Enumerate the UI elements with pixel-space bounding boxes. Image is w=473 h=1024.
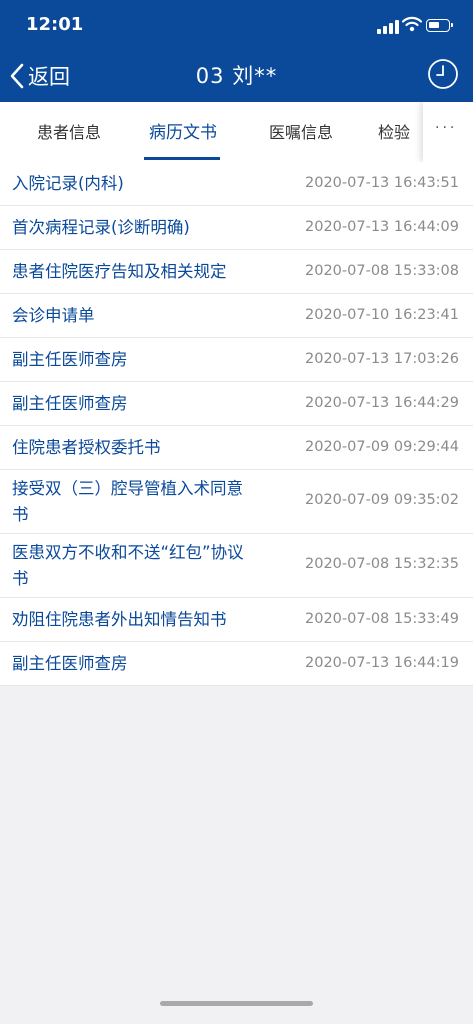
document-title: 副主任医师查房 — [12, 394, 128, 413]
document-date: 2020-07-09 09:35:02 — [305, 492, 459, 508]
document-row[interactable]: 副主任医师查房 2020-07-13 17:03:26 — [0, 338, 473, 382]
document-title: 会诊申请单 — [12, 306, 95, 325]
status-bar: 12:01 — [0, 0, 473, 50]
document-date: 2020-07-09 09:29:44 — [305, 439, 459, 455]
wifi-icon — [402, 16, 422, 32]
document-row[interactable]: 医患双方不收和不送“红包”协议书 2020-07-08 15:32:35 — [0, 534, 473, 598]
document-row[interactable]: 会诊申请单 2020-07-10 16:23:41 — [0, 294, 473, 338]
document-title-line: 接受双（三）腔导管植入术同意 — [12, 479, 243, 498]
document-date: 2020-07-10 16:23:41 — [305, 307, 459, 323]
active-tab-indicator — [144, 157, 220, 160]
document-date: 2020-07-08 15:32:35 — [305, 556, 459, 572]
document-row[interactable]: 副主任医师查房 2020-07-13 16:44:29 — [0, 382, 473, 426]
document-title: 首次病程记录(诊断明确) — [12, 218, 190, 237]
navigation-bar: 返回 03 刘** — [0, 50, 473, 102]
page-title: 03 刘** — [195, 64, 278, 88]
document-row[interactable]: 接受双（三）腔导管植入术同意书 2020-07-09 09:35:02 — [0, 470, 473, 534]
document-row[interactable]: 患者住院医疗告知及相关规定 2020-07-08 15:33:08 — [0, 250, 473, 294]
document-row[interactable]: 副主任医师查房 2020-07-13 16:44:19 — [0, 642, 473, 686]
signal-icon — [377, 20, 399, 34]
document-row[interactable]: 首次病程记录(诊断明确) 2020-07-13 16:44:09 — [0, 206, 473, 250]
document-title: 患者住院医疗告知及相关规定 — [12, 262, 227, 281]
document-title: 副主任医师查房 — [12, 350, 128, 369]
document-list: 入院记录(内科) 2020-07-13 16:43:51 首次病程记录(诊断明确) 2… — [0, 162, 473, 686]
top-bar: 12:01 返回 03 刘** — [0, 0, 473, 102]
document-date: 2020-07-08 15:33:49 — [305, 611, 459, 627]
document-date: 2020-07-13 16:43:51 — [305, 175, 459, 191]
home-indicator[interactable] — [160, 1001, 313, 1006]
document-row[interactable]: 劝阻住院患者外出知情告知书 2020-07-08 15:33:49 — [0, 598, 473, 642]
tab-orders[interactable]: 医嘱信息 — [258, 102, 344, 162]
document-title: 副主任医师查房 — [12, 654, 128, 673]
document-title: 住院患者授权委托书 — [12, 438, 161, 457]
document-date: 2020-07-08 15:33:08 — [305, 263, 459, 279]
document-title: 医患双方不收和不送“红包”协议书 — [12, 540, 244, 592]
document-title-line: 医患双方不收和不送“红包”协议 — [12, 543, 244, 562]
tab-bar: 患者信息 病历文书 医嘱信息 检验 ··· — [0, 102, 473, 163]
document-row[interactable]: 入院记录(内科) 2020-07-13 16:43:51 — [0, 162, 473, 206]
tab-patient-info[interactable]: 患者信息 — [26, 102, 112, 162]
document-title-line: 书 — [12, 505, 29, 524]
more-tabs-button[interactable]: ··· — [423, 102, 473, 162]
status-time: 12:01 — [26, 14, 84, 35]
battery-icon — [426, 19, 453, 32]
document-date: 2020-07-13 16:44:19 — [305, 655, 459, 671]
document-title: 入院记录(内科) — [12, 174, 124, 193]
document-date: 2020-07-13 16:44:29 — [305, 395, 459, 411]
tab-medical-records[interactable]: 病历文书 — [140, 102, 226, 162]
document-date: 2020-07-13 17:03:26 — [305, 351, 459, 367]
document-title-line: 书 — [12, 569, 29, 588]
document-date: 2020-07-13 16:44:09 — [305, 219, 459, 235]
more-icon: ··· — [435, 120, 458, 136]
document-title: 接受双（三）腔导管植入术同意书 — [12, 476, 243, 528]
clock-icon[interactable] — [427, 58, 459, 90]
document-title: 劝阻住院患者外出知情告知书 — [12, 610, 227, 629]
document-row[interactable]: 住院患者授权委托书 2020-07-09 09:29:44 — [0, 426, 473, 470]
